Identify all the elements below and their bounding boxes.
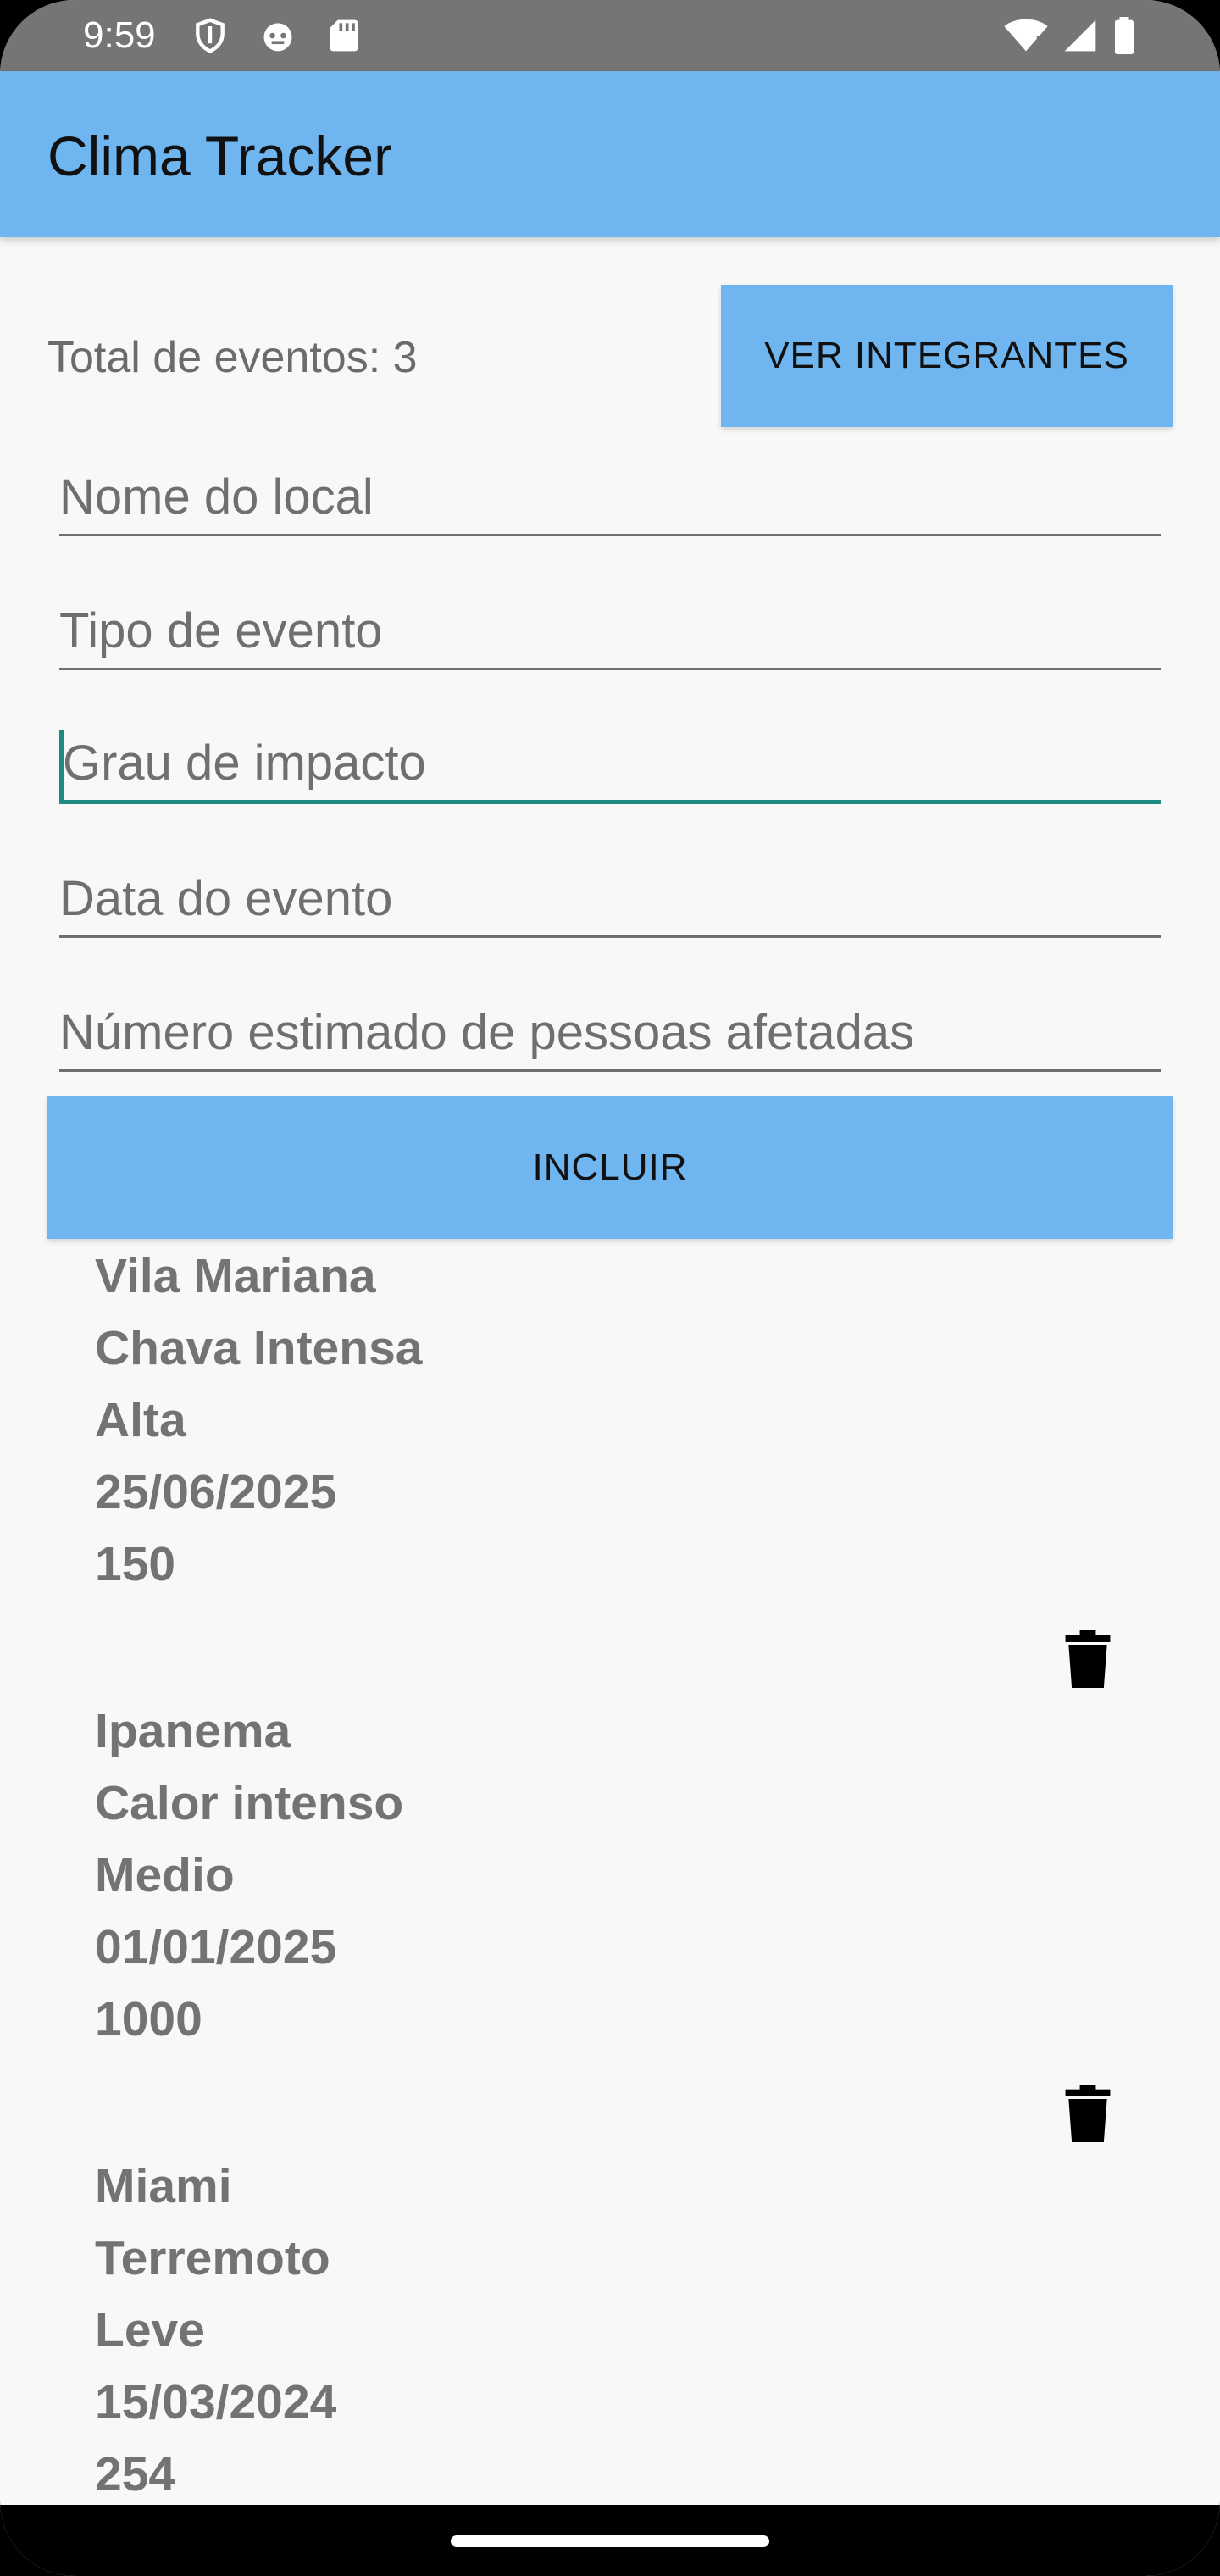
event-type-input[interactable] (59, 597, 1161, 664)
total-events-label: Total de eventos: 3 (47, 333, 418, 382)
event-date-input[interactable] (59, 864, 1161, 932)
sd-card-icon (330, 19, 358, 52)
app-title: Clima Tracker (47, 125, 393, 187)
app-bar: Clima Tracker (0, 71, 1220, 237)
event-item: Ipanema Calor intenso Medio 01/01/2025 1… (95, 1696, 403, 2056)
event-type-field (59, 597, 1161, 670)
app-screen: 9:59 Clima Tracker Total de eventos: 3 V… (0, 0, 1220, 2576)
event-date: 01/01/2025 (95, 1920, 337, 1974)
event-item: Miami Terremoto Leve 15/03/2024 254 (95, 2151, 336, 2511)
event-date-field (59, 864, 1161, 938)
event-impact: Alta (95, 1393, 186, 1447)
event-item: Vila Mariana Chava Intensa Alta 25/06/20… (95, 1241, 422, 1601)
trash-icon[interactable] (1064, 2085, 1112, 2142)
trash-icon[interactable] (1064, 1630, 1112, 1688)
impact-level-input[interactable] (63, 729, 1164, 797)
location-name-input[interactable] (59, 463, 1161, 530)
event-people: 254 (95, 2447, 176, 2501)
home-gesture-handle[interactable] (451, 2535, 769, 2547)
event-people: 1000 (95, 1992, 202, 2046)
navigation-bar (0, 2505, 1220, 2576)
event-date: 25/06/2025 (95, 1465, 337, 1519)
battery-icon (1115, 17, 1134, 54)
event-location: Vila Mariana (95, 1249, 376, 1303)
event-impact: Medio (95, 1848, 235, 1902)
event-type: Chava Intensa (95, 1321, 423, 1375)
affected-people-input[interactable] (59, 998, 1161, 1066)
event-type: Terremoto (95, 2231, 330, 2285)
event-people: 150 (95, 1537, 176, 1591)
event-type: Calor intenso (95, 1776, 404, 1830)
status-bar: 9:59 (0, 0, 1220, 71)
event-location: Ipanema (95, 1704, 291, 1758)
event-impact: Leve (95, 2303, 205, 2357)
location-name-field (59, 463, 1161, 536)
impact-level-field (59, 729, 1164, 804)
event-location: Miami (95, 2159, 232, 2213)
signal-icon (1064, 19, 1096, 52)
view-members-button[interactable]: VER INTEGRANTES (721, 285, 1173, 427)
shield-icon (196, 18, 225, 53)
wifi-icon (1004, 19, 1048, 53)
cat-face-icon (263, 23, 292, 52)
status-time: 9:59 (83, 14, 156, 56)
event-date: 15/03/2024 (95, 2375, 337, 2429)
include-button[interactable]: INCLUIR (47, 1096, 1173, 1239)
affected-people-field (59, 998, 1161, 1072)
